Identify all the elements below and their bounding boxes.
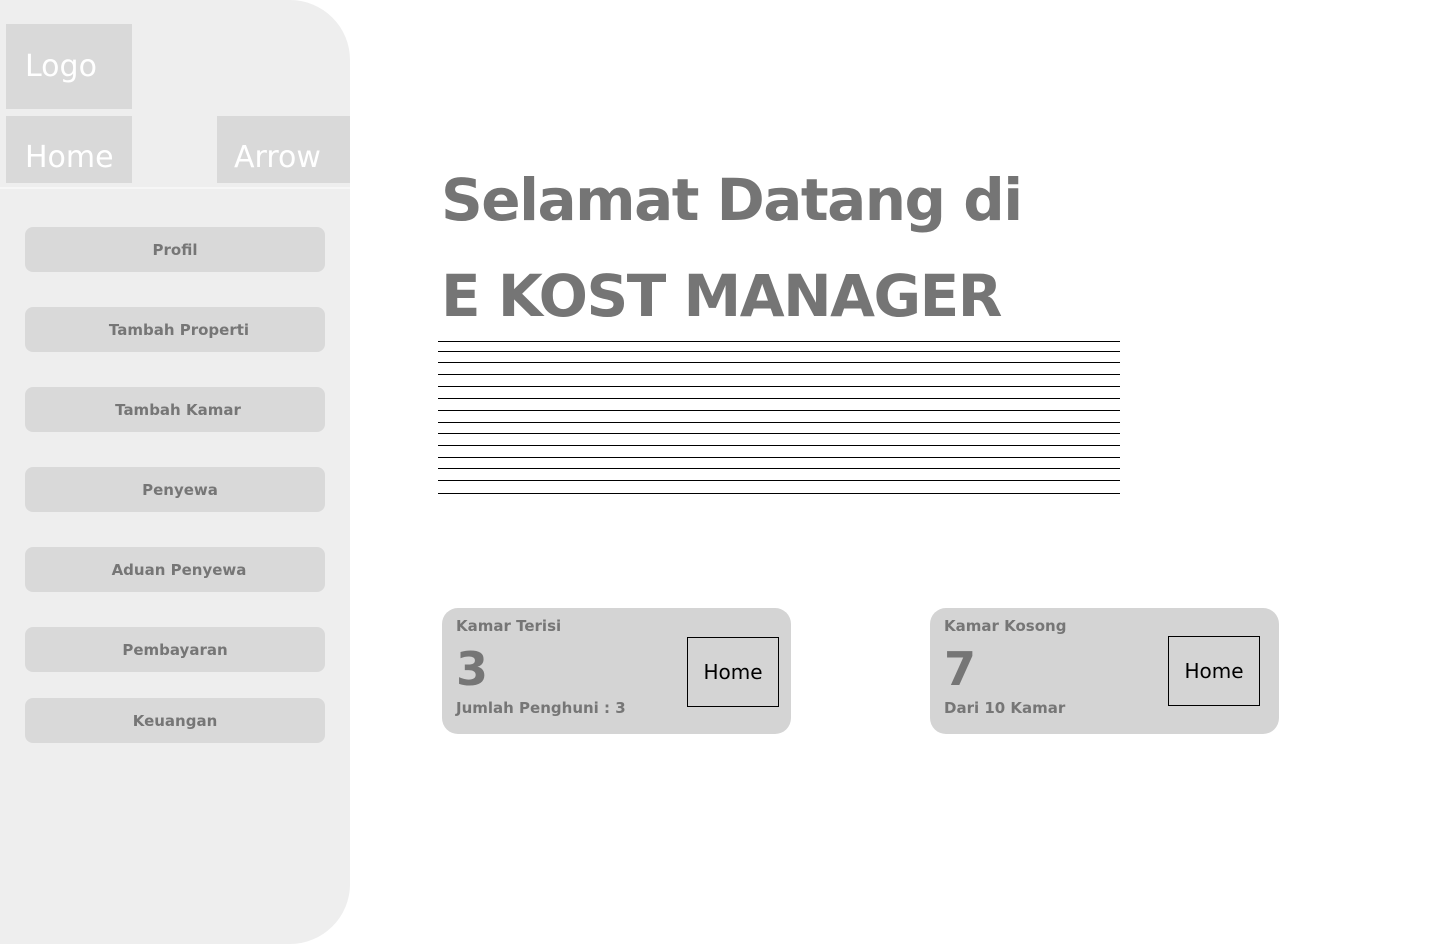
welcome-heading: Selamat Datang di	[441, 166, 1023, 234]
placeholder-line	[438, 445, 1120, 446]
menu-button-penyewa[interactable]: Penyewa	[25, 467, 325, 512]
menu-button-pembayaran[interactable]: Pembayaran	[25, 627, 325, 672]
card-value: 7	[944, 642, 977, 696]
arrow-button[interactable]: Arrow	[217, 116, 350, 183]
placeholder-line	[438, 480, 1120, 481]
card-title: Kamar Kosong	[944, 617, 1067, 635]
menu-button-tambah-kamar[interactable]: Tambah Kamar	[25, 387, 325, 432]
home-button[interactable]: Home	[6, 116, 132, 183]
placeholder-line	[438, 351, 1120, 352]
card-home-button[interactable]: Home	[687, 637, 779, 707]
placeholder-line	[438, 341, 1120, 342]
placeholder-line	[438, 398, 1120, 399]
placeholder-text-lines	[438, 340, 1120, 496]
menu-button-profil[interactable]: Profil	[25, 227, 325, 272]
menu-button-tambah-properti[interactable]: Tambah Properti	[25, 307, 325, 352]
logo: Logo	[6, 24, 132, 109]
placeholder-line	[438, 362, 1120, 363]
sidebar: Logo Home Arrow Profil Tambah Properti T…	[0, 0, 350, 944]
menu-button-aduan-penyewa[interactable]: Aduan Penyewa	[25, 547, 325, 592]
occupied-rooms-card: Kamar Terisi 3 Jumlah Penghuni : 3 Home	[442, 608, 791, 734]
placeholder-line	[438, 374, 1120, 375]
card-subtitle: Jumlah Penghuni : 3	[456, 699, 626, 717]
empty-rooms-card: Kamar Kosong 7 Dari 10 Kamar Home	[930, 608, 1279, 734]
card-home-button[interactable]: Home	[1168, 636, 1260, 706]
sidebar-divider	[0, 187, 350, 189]
placeholder-line	[438, 433, 1120, 434]
app-title: E KOST MANAGER	[441, 262, 1002, 330]
placeholder-line	[438, 422, 1120, 423]
placeholder-line	[438, 468, 1120, 469]
card-value: 3	[456, 642, 489, 696]
page: Logo Home Arrow Profil Tambah Properti T…	[0, 0, 1440, 944]
card-title: Kamar Terisi	[456, 617, 562, 635]
placeholder-line	[438, 410, 1120, 411]
placeholder-line	[438, 493, 1120, 494]
placeholder-line	[438, 386, 1120, 387]
card-subtitle: Dari 10 Kamar	[944, 699, 1066, 717]
menu-button-keuangan[interactable]: Keuangan	[25, 698, 325, 743]
placeholder-line	[438, 457, 1120, 458]
